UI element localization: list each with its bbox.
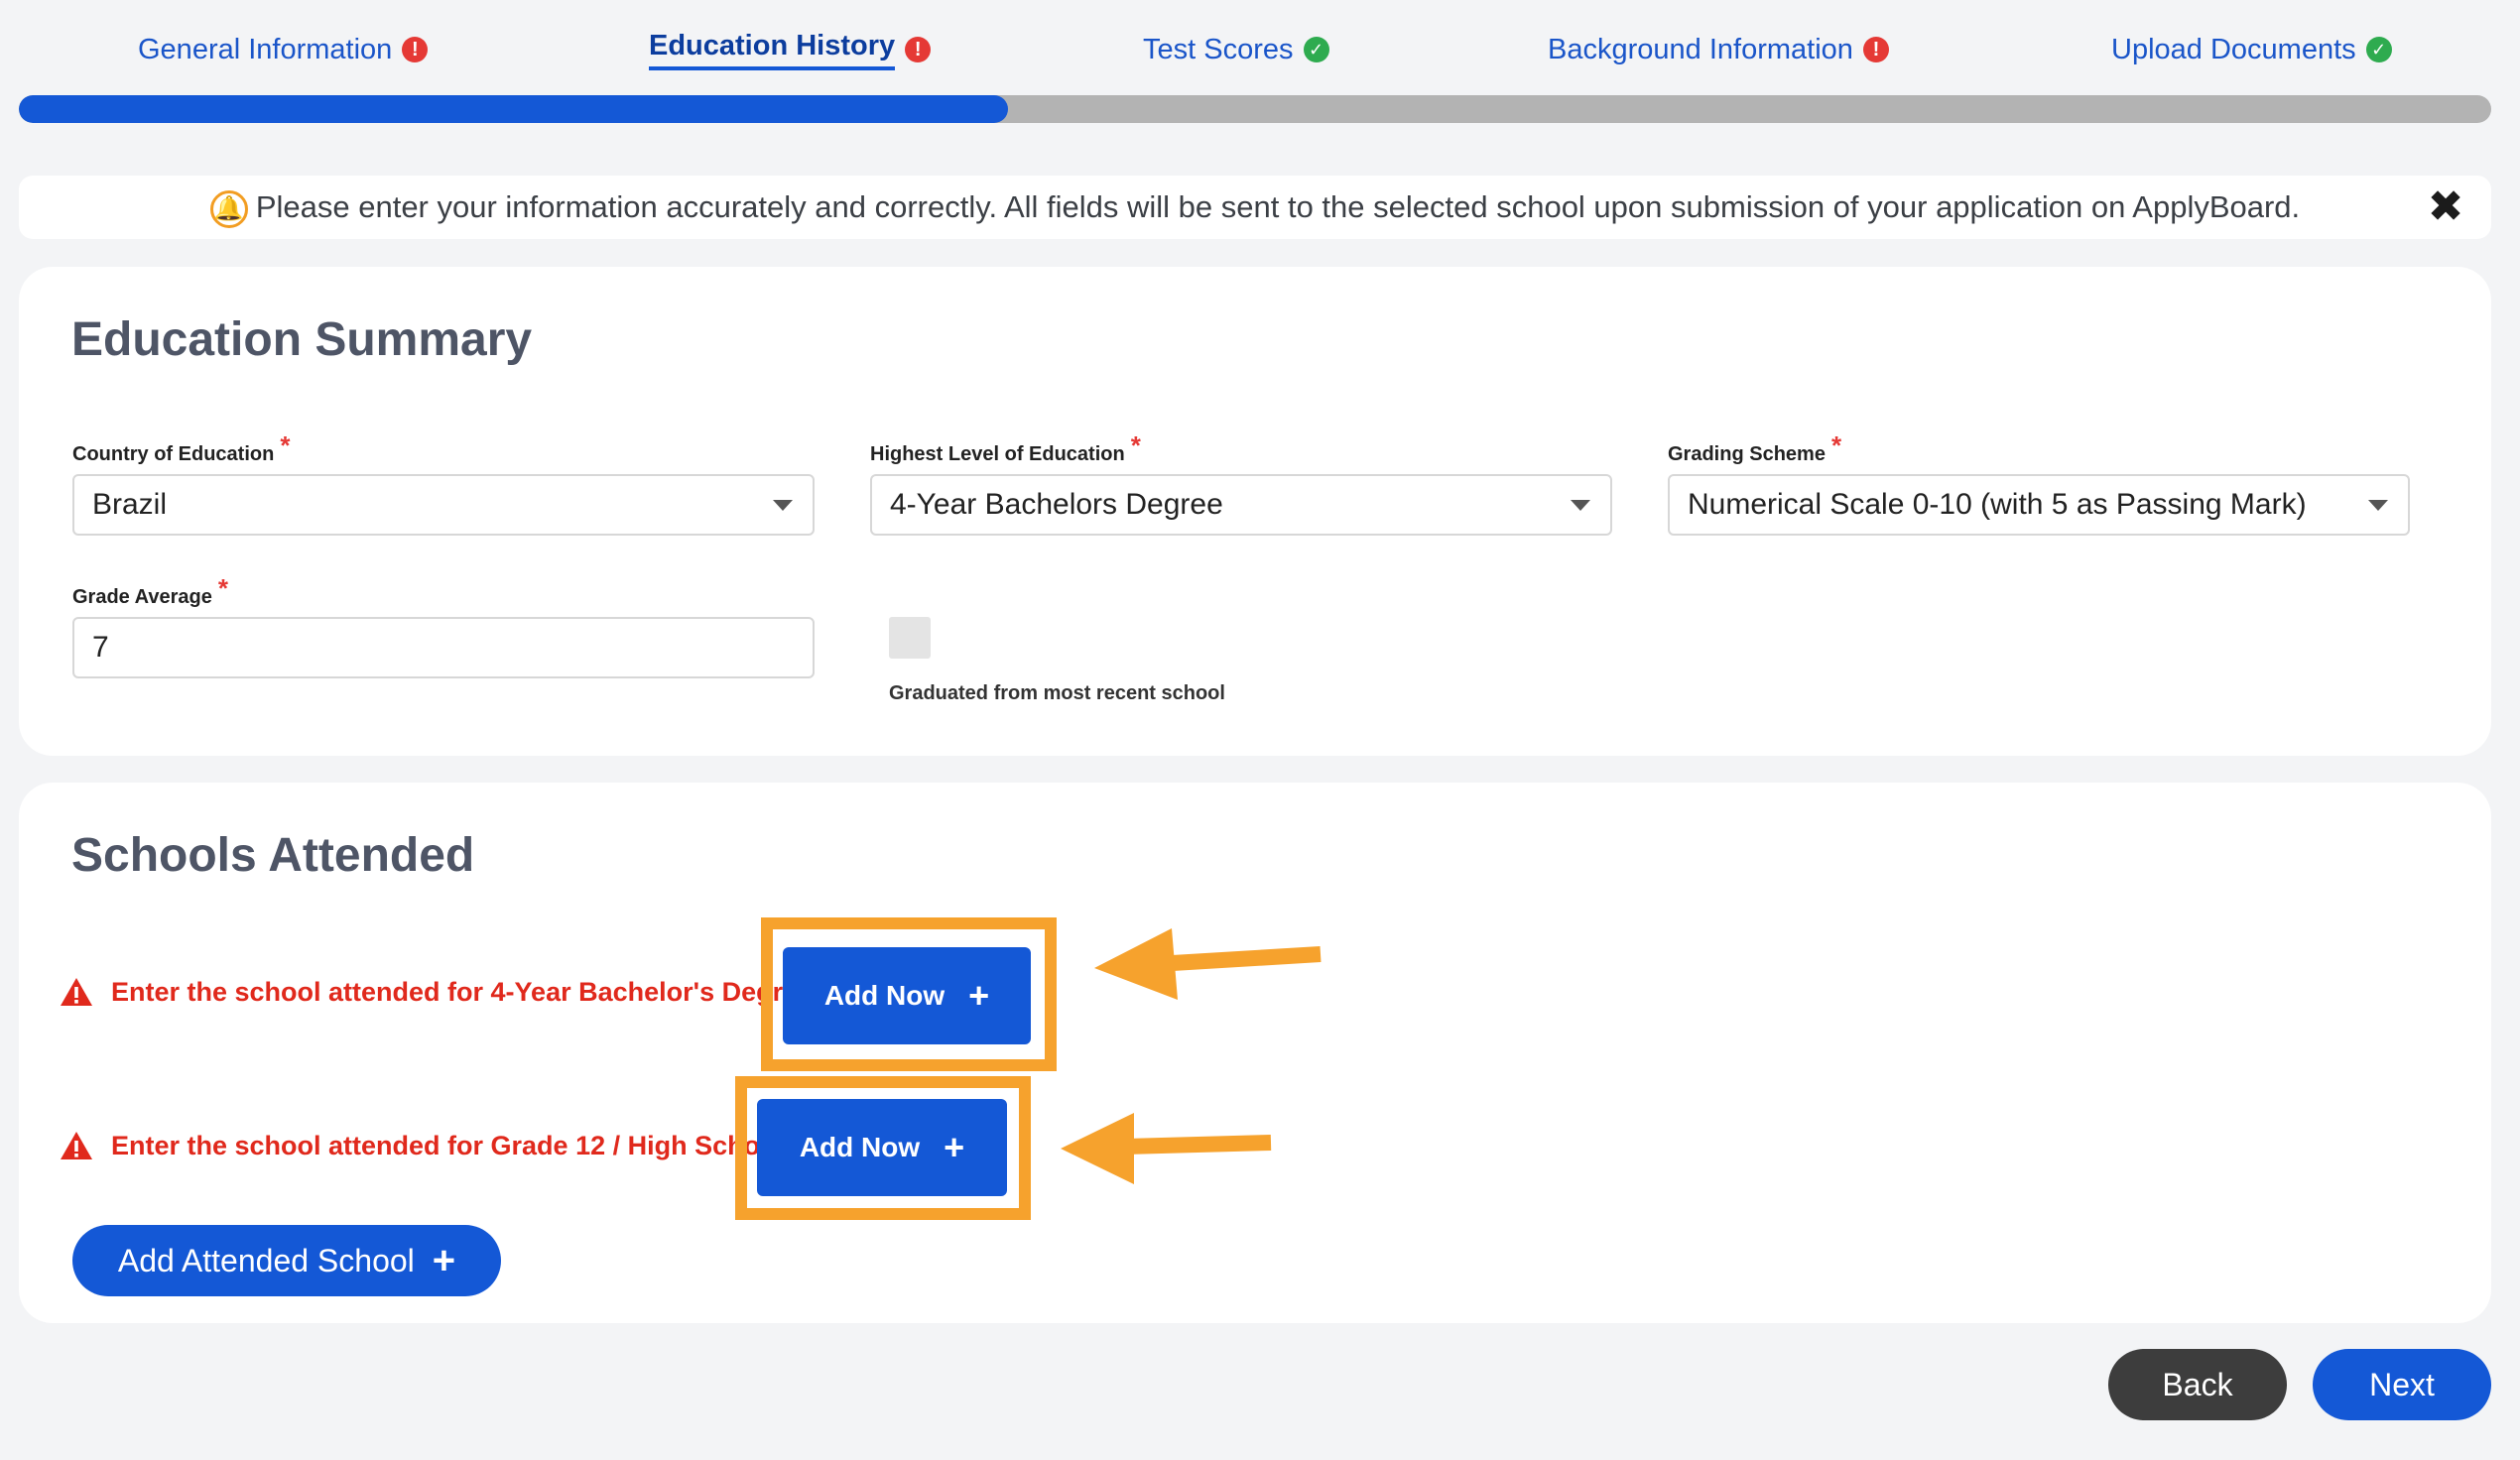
tab-background-information[interactable]: Background Information ! — [1548, 28, 1889, 71]
level-value: 4-Year Bachelors Degree — [890, 488, 1223, 521]
tab-label: Education History — [649, 30, 896, 70]
country-value: Brazil — [92, 488, 168, 521]
add-now-button-high-school[interactable]: Add Now + — [757, 1099, 1007, 1196]
button-label: Back — [2162, 1366, 2233, 1402]
error-icon: ! — [1862, 37, 1889, 62]
grading-label: Grading Scheme * — [1668, 430, 1842, 465]
tab-general-information[interactable]: General Information ! — [138, 28, 429, 71]
bell-icon: 🔔 — [209, 189, 248, 228]
button-label: Add Now — [799, 1132, 921, 1162]
warning-icon — [60, 976, 93, 1008]
country-label: Country of Education * — [72, 430, 291, 465]
warning-high-school: Enter the school attended for Grade 12 /… — [60, 1130, 784, 1161]
back-button[interactable]: Back — [2108, 1349, 2287, 1420]
error-icon: ! — [402, 37, 429, 62]
education-level-select[interactable]: 4-Year Bachelors Degree — [870, 474, 1612, 536]
check-circle-icon: ✓ — [2365, 37, 2392, 62]
grade-average-label: Grade Average * — [72, 573, 228, 608]
country-select[interactable]: Brazil — [72, 474, 815, 536]
plus-icon: + — [944, 1127, 965, 1167]
caret-down-icon — [1571, 500, 1590, 511]
tab-label: Background Information — [1548, 33, 1853, 65]
graduated-label: Graduated from most recent school — [889, 682, 1225, 704]
tab-label: Test Scores — [1143, 33, 1294, 65]
info-notice: 🔔 Please enter your information accuratel… — [19, 176, 2491, 239]
progress-bar — [19, 95, 2491, 123]
progress-fill — [19, 95, 1008, 123]
warning-text: Enter the school attended for 4-Year Bac… — [111, 976, 814, 1007]
notice-text: Please enter your information accurately… — [255, 189, 2301, 224]
next-button[interactable]: Next — [2313, 1349, 2491, 1420]
plus-icon: + — [968, 975, 990, 1016]
caret-down-icon — [2368, 500, 2388, 511]
required-mark: * — [1130, 430, 1141, 460]
caret-down-icon — [773, 500, 793, 511]
required-mark: * — [217, 573, 228, 603]
plus-icon: + — [432, 1239, 456, 1282]
tab-label: Upload Documents — [2111, 33, 2356, 65]
tab-upload-documents[interactable]: Upload Documents ✓ — [2111, 28, 2392, 71]
error-icon: ! — [905, 37, 932, 62]
tab-education-history[interactable]: Education History ! — [649, 28, 932, 71]
grading-value: Numerical Scale 0-10 (with 5 as Passing … — [1688, 488, 2307, 521]
add-now-button-bachelor[interactable]: Add Now + — [783, 947, 1031, 1044]
warning-icon — [60, 1130, 93, 1161]
grading-scheme-select[interactable]: Numerical Scale 0-10 (with 5 as Passing … — [1668, 474, 2410, 536]
required-mark: * — [280, 430, 291, 460]
check-circle-icon: ✓ — [1303, 37, 1329, 62]
tab-label: General Information — [138, 33, 393, 65]
arrow-left-icon — [1094, 928, 1322, 1000]
button-label: Add Attended School — [117, 1242, 415, 1278]
close-icon[interactable]: ✖ — [2426, 185, 2465, 229]
graduated-checkbox[interactable] — [889, 617, 931, 659]
section-title: Schools Attended — [71, 829, 475, 882]
arrow-left-icon — [1061, 1113, 1272, 1184]
warning-text: Enter the school attended for Grade 12 /… — [111, 1130, 785, 1160]
grade-average-value: 7 — [92, 631, 109, 664]
section-title: Education Summary — [71, 313, 533, 366]
button-label: Add Now — [823, 980, 945, 1011]
add-attended-school-button[interactable]: Add Attended School + — [72, 1225, 501, 1296]
warning-bachelor: Enter the school attended for 4-Year Bac… — [60, 976, 813, 1008]
button-label: Next — [2369, 1366, 2435, 1402]
required-mark: * — [1830, 430, 1842, 460]
level-label: Highest Level of Education * — [870, 430, 1141, 465]
tab-test-scores[interactable]: Test Scores ✓ — [1143, 28, 1329, 71]
grade-average-input[interactable]: 7 — [72, 617, 815, 678]
